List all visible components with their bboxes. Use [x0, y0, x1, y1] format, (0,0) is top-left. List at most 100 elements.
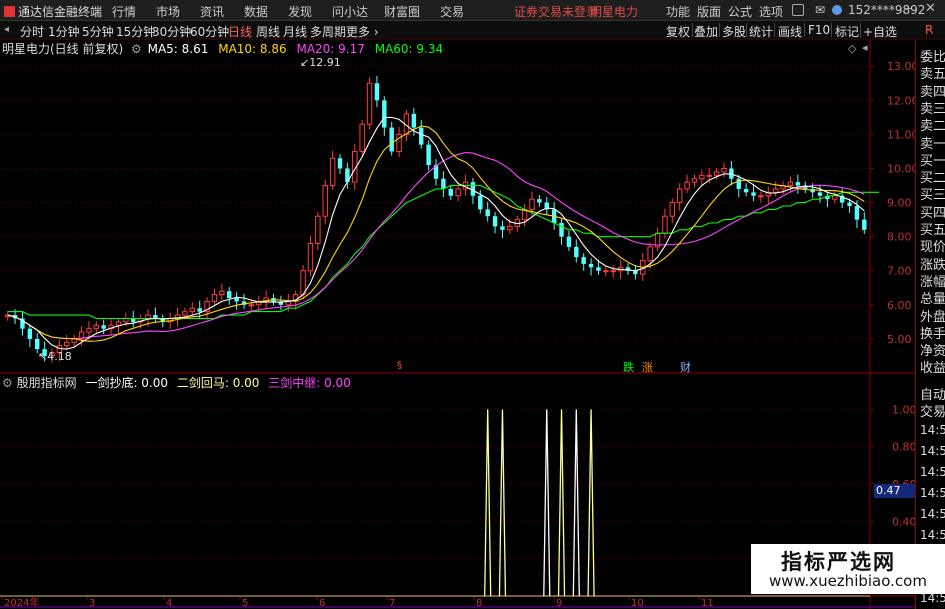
settings-gear-icon[interactable]: ⚙: [131, 42, 142, 56]
user-icon[interactable]: [832, 5, 842, 15]
menu-jiaoyi[interactable]: 交易: [440, 3, 464, 20]
trade-login-status[interactable]: 证券交易未登录: [514, 3, 598, 20]
event-s-icon[interactable]: §: [397, 360, 402, 371]
period-1min[interactable]: 1分钟: [48, 23, 80, 40]
indicator-gear-icon[interactable]: ⚙: [2, 376, 13, 390]
tool-biaoji[interactable]: 标记: [835, 23, 859, 40]
quote-field-label[interactable]: 卖三: [920, 98, 945, 117]
candle-body-down: [337, 158, 343, 169]
quote-field-label[interactable]: 买一: [920, 150, 945, 169]
tool-f10[interactable]: F10: [808, 23, 830, 37]
tool-tongji[interactable]: 统计: [749, 23, 773, 40]
candle-body-up: [529, 198, 535, 210]
signal-erjian-value: 二剑回马: 0.00: [176, 376, 260, 390]
candlestick: [307, 235, 314, 277]
menu-shichang[interactable]: 市场: [156, 3, 180, 20]
period-30min[interactable]: 30分钟: [152, 23, 191, 40]
menu-hangqing[interactable]: 行情: [112, 3, 136, 20]
menu-gongshi[interactable]: 公式: [728, 3, 752, 20]
tool-huaxian[interactable]: 画线: [778, 23, 802, 40]
candle-body-up: [366, 82, 373, 125]
period-60min[interactable]: 60分钟: [190, 23, 229, 40]
candlestick: [610, 264, 616, 278]
candlestick: [211, 288, 218, 306]
collapse-arrow-icon[interactable]: ◂: [862, 41, 868, 54]
price-tick-label: 8.00: [887, 231, 912, 244]
period-5min[interactable]: 5分钟: [82, 23, 114, 40]
toolbar-divider: [804, 23, 805, 37]
candle-body-down: [448, 188, 453, 196]
quote-field-label[interactable]: 外盘: [920, 306, 945, 325]
quote-field-label[interactable]: 卖一: [920, 133, 945, 152]
menu-wenxiaoda[interactable]: 问小达: [332, 3, 368, 20]
candle-body-up: [307, 242, 314, 272]
minimize-icon[interactable]: –: [905, 1, 912, 16]
date-tick-label: 6: [319, 598, 325, 609]
candlestick: [758, 191, 764, 203]
period-more[interactable]: 更多 ›: [346, 23, 379, 40]
candlestick: [227, 287, 232, 305]
menu-zixun[interactable]: 资讯: [200, 3, 224, 20]
menu-gongneng[interactable]: 功能: [666, 3, 690, 20]
period-fenshi[interactable]: 分时: [20, 23, 44, 40]
toolbar-divider: [860, 23, 861, 37]
menu-xuanxiang[interactable]: 选项: [759, 3, 783, 20]
event-marker-cai[interactable]: 财: [680, 359, 691, 375]
account-id[interactable]: 152****9892: [848, 3, 925, 17]
price-tick-label: 13.00: [887, 60, 919, 73]
quote-field-label[interactable]: 涨跌: [920, 254, 945, 273]
period-daily[interactable]: 日线: [228, 23, 252, 40]
trade-time-label: 14:56: [920, 507, 945, 521]
expand-diamond-icon[interactable]: ◇: [848, 42, 856, 55]
candlestick: [359, 120, 365, 156]
close-icon[interactable]: ✕: [925, 1, 936, 16]
candlestick: [603, 266, 609, 277]
period-monthly[interactable]: 月线: [283, 23, 307, 40]
quote-field-label[interactable]: 委比: [920, 46, 945, 65]
candlestick: [101, 319, 106, 335]
event-marker-die[interactable]: 跌: [623, 359, 634, 375]
quote-field-label[interactable]: 换手: [920, 323, 945, 342]
tool-duogu[interactable]: 多股: [722, 23, 746, 40]
quote-field-label[interactable]: 涨幅: [920, 271, 945, 290]
quote-field-label[interactable]: 买三: [920, 184, 945, 203]
menu-shuju[interactable]: 数据: [244, 3, 268, 20]
tool-add-favorite[interactable]: +自选: [863, 23, 897, 40]
quote-field-label[interactable]: 总量: [920, 288, 945, 307]
candle-body-up: [322, 185, 328, 217]
event-marker-zhang[interactable]: 涨: [642, 359, 653, 375]
period-multi[interactable]: 多周期: [310, 23, 346, 40]
quote-field-label[interactable]: 净资: [920, 340, 945, 359]
candlestick: [382, 96, 387, 136]
tool-fuquan[interactable]: 复权: [666, 23, 690, 40]
date-tick-label: 5: [242, 598, 248, 609]
tool-diejia[interactable]: 叠加: [694, 23, 718, 40]
auto-trade-label[interactable]: 交易: [920, 401, 945, 420]
candle-body-down: [817, 192, 823, 196]
quote-field-label[interactable]: 买二: [920, 167, 945, 186]
candle-body-up: [647, 246, 653, 262]
candlestick: [566, 230, 572, 251]
ma5-line: [7, 116, 865, 350]
toolbar-left-arrow-icon[interactable]: ◂: [4, 24, 9, 35]
quote-field-label[interactable]: 卖四: [920, 81, 945, 100]
candlestick: [537, 195, 542, 207]
watermark-banner: 指标严选网 www.xuezhibiao.com: [751, 544, 945, 594]
chart-canvas[interactable]: 13.00 12.00 11.00 10.00 9.00 8.00 7.00 6.00 5.00…: [0, 40, 945, 609]
r-badge[interactable]: R: [925, 23, 933, 37]
layout-icon[interactable]: [792, 4, 804, 16]
quote-field-label[interactable]: 卖二: [920, 115, 945, 134]
quote-field-label[interactable]: 收益: [920, 357, 945, 376]
quote-field-label[interactable]: 卖五: [920, 63, 945, 82]
date-tick-label: 3: [89, 598, 95, 609]
menu-banmian[interactable]: 版面: [697, 3, 721, 20]
period-weekly[interactable]: 周线: [256, 23, 280, 40]
period-15min[interactable]: 15分钟: [116, 23, 155, 40]
quote-field-label[interactable]: 买五: [920, 219, 945, 238]
quote-field-label[interactable]: 现价: [920, 236, 945, 255]
menu-faxian[interactable]: 发现: [288, 3, 312, 20]
menu-caifuquan[interactable]: 财富圈: [384, 3, 420, 20]
quote-field-label[interactable]: 买四: [920, 202, 945, 221]
high-price-marker: ↙12.91: [300, 56, 341, 69]
bell-icon[interactable]: ✉: [815, 3, 825, 17]
